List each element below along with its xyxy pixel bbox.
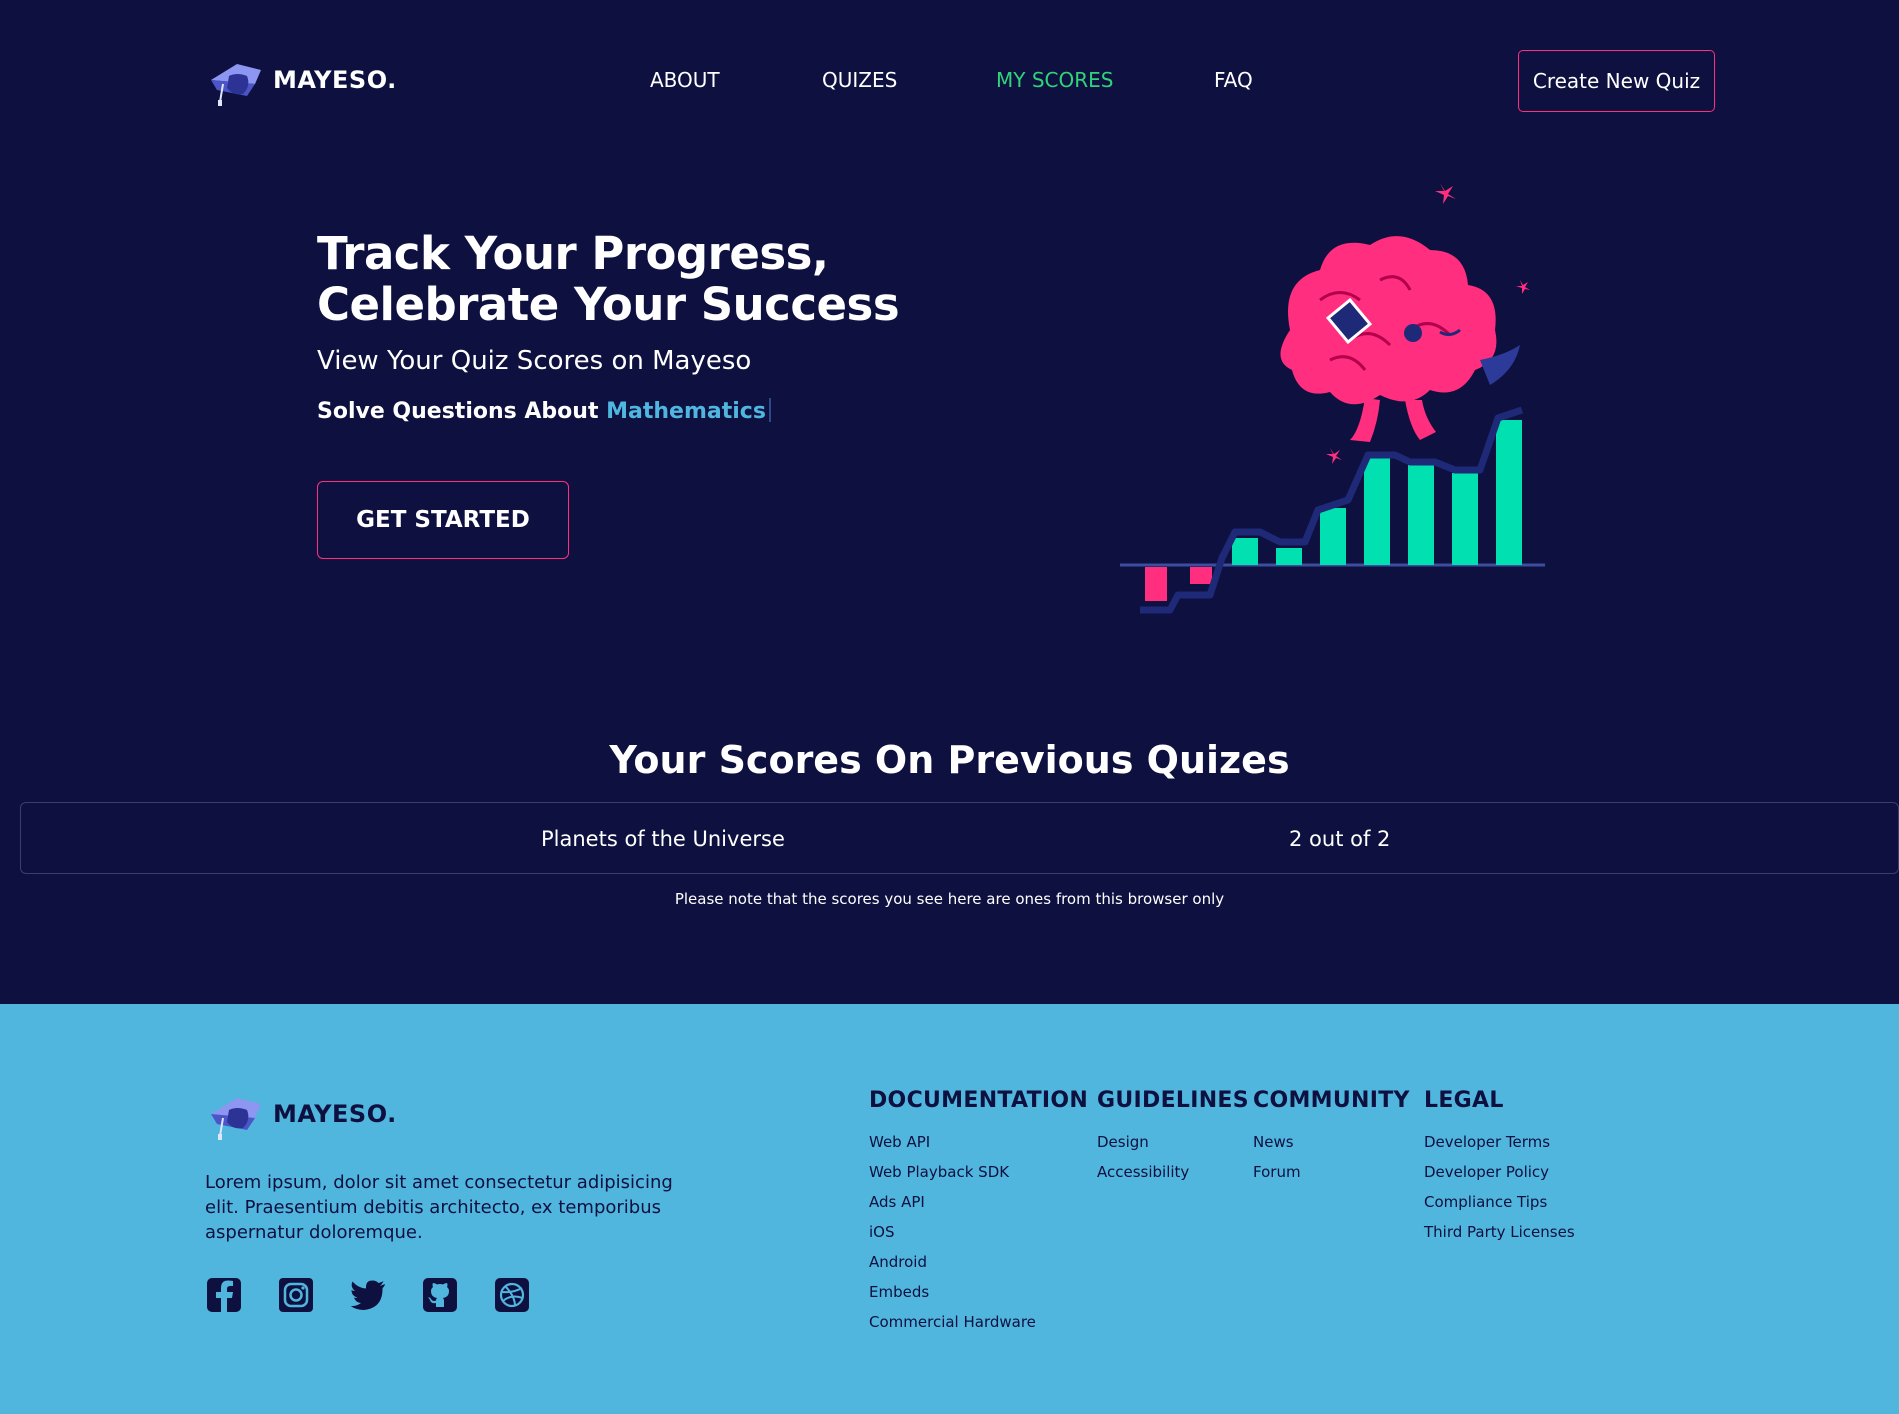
scores-section-title: Your Scores On Previous Quizes xyxy=(609,738,1290,782)
top-navigation: MAYESO. ABOUT QUIZES MY SCORES FAQ Creat… xyxy=(0,0,1899,162)
hero-topic: Solve Questions About Mathematics xyxy=(317,398,771,424)
footer: MAYESO. Lorem ipsum, dolor sit amet cons… xyxy=(0,1004,1899,1414)
brain-chart-illustration xyxy=(1120,183,1545,614)
quiz-name-cell: Planets of the Universe xyxy=(541,827,785,851)
footer-link[interactable]: Commercial Hardware xyxy=(869,1307,1088,1337)
graduation-cap-icon xyxy=(211,1098,261,1140)
hero-topic-value: Mathematics xyxy=(606,399,766,424)
footer-link[interactable]: Compliance Tips xyxy=(1424,1187,1575,1217)
dribbble-icon[interactable] xyxy=(493,1276,531,1314)
footer-link[interactable]: News xyxy=(1253,1127,1410,1157)
footer-link[interactable]: Developer Policy xyxy=(1424,1157,1575,1187)
nav-about[interactable]: ABOUT xyxy=(650,68,720,92)
footer-brand-name: MAYESO. xyxy=(273,1100,397,1128)
nav-my-scores[interactable]: MY SCORES xyxy=(996,68,1113,92)
footer-column-title: DOCUMENTATION xyxy=(869,1088,1089,1113)
scores-note: Please note that the scores you see here… xyxy=(674,890,1225,908)
typing-caret xyxy=(768,398,771,422)
create-new-quiz-button[interactable]: Create New Quiz xyxy=(1518,50,1715,112)
nav-quizes[interactable]: QUIZES xyxy=(822,68,897,92)
table-row[interactable]: Planets of the Universe 2 out of 2 xyxy=(20,802,1899,874)
twitter-icon[interactable] xyxy=(349,1276,387,1314)
footer-column-legal: LEGAL Developer Terms Developer Policy C… xyxy=(1424,1088,1575,1247)
brand-logo[interactable]: MAYESO. xyxy=(203,50,397,110)
footer-column-title: GUIDELINES xyxy=(1097,1088,1249,1113)
footer-column-community: COMMUNITY News Forum xyxy=(1253,1088,1410,1187)
hero-topic-prefix: Solve Questions About xyxy=(317,399,607,424)
graduation-cap-icon xyxy=(211,64,261,106)
github-icon[interactable] xyxy=(421,1276,459,1314)
brand-name: MAYESO. xyxy=(273,66,397,94)
hero-title: Track Your Progress, Celebrate Your Succ… xyxy=(317,227,900,331)
instagram-icon[interactable] xyxy=(277,1276,315,1314)
get-started-button[interactable]: GET STARTED xyxy=(317,481,569,559)
footer-link[interactable]: Developer Terms xyxy=(1424,1127,1575,1157)
footer-link[interactable]: Web Playback SDK xyxy=(869,1157,1088,1187)
footer-column-documentation: DOCUMENTATION Web API Web Playback SDK A… xyxy=(869,1088,1088,1337)
footer-link[interactable]: iOS xyxy=(869,1217,1088,1247)
footer-link[interactable]: Forum xyxy=(1253,1157,1410,1187)
social-links xyxy=(205,1276,531,1314)
footer-column-title: LEGAL xyxy=(1424,1088,1504,1113)
footer-brand-logo[interactable]: MAYESO. xyxy=(203,1084,397,1144)
quiz-score-cell: 2 out of 2 xyxy=(1289,827,1391,851)
footer-description: Lorem ipsum, dolor sit amet consectetur … xyxy=(205,1172,673,1243)
footer-link[interactable]: Ads API xyxy=(869,1187,1088,1217)
footer-link[interactable]: Android xyxy=(869,1247,1088,1277)
footer-link[interactable]: Third Party Licenses xyxy=(1424,1217,1575,1247)
footer-link[interactable]: Embeds xyxy=(869,1277,1088,1307)
hero-subtitle: View Your Quiz Scores on Mayeso xyxy=(317,346,752,376)
footer-column-guidelines: GUIDELINES Design Accessibility xyxy=(1097,1088,1249,1187)
footer-link[interactable]: Accessibility xyxy=(1097,1157,1249,1187)
footer-link[interactable]: Web API xyxy=(869,1127,1088,1157)
footer-column-title: COMMUNITY xyxy=(1253,1088,1410,1113)
footer-link[interactable]: Design xyxy=(1097,1127,1249,1157)
facebook-icon[interactable] xyxy=(205,1276,243,1314)
nav-faq[interactable]: FAQ xyxy=(1214,68,1253,92)
